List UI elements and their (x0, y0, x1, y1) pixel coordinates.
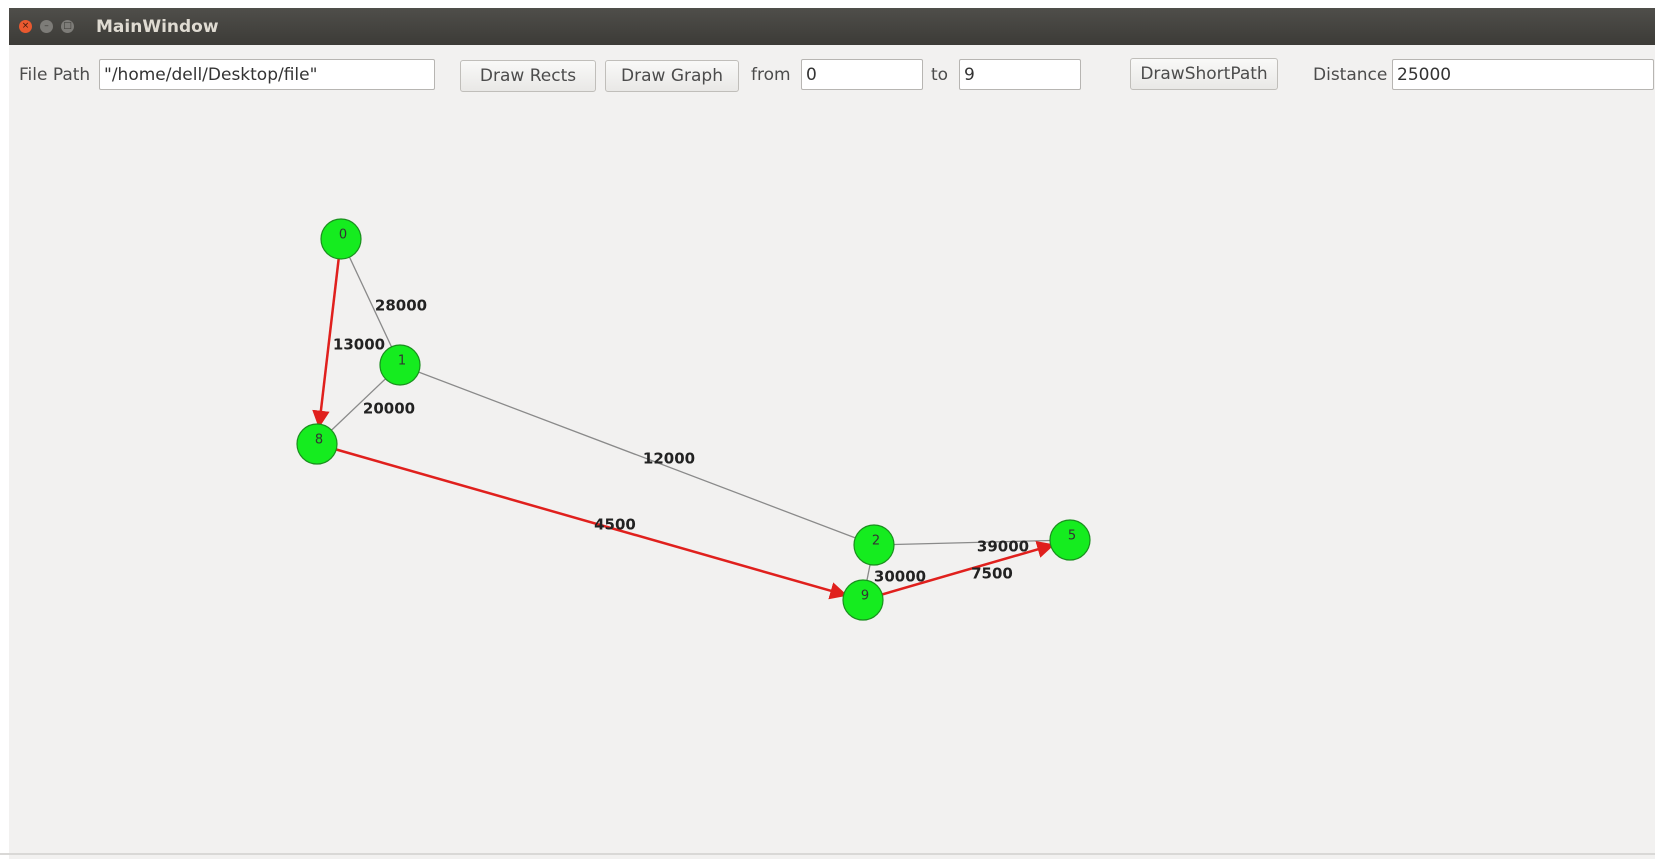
window-title: MainWindow (96, 17, 219, 37)
from-input[interactable] (801, 59, 923, 90)
window-bottom-border (0, 853, 1655, 855)
shortest-path-edge-0-8 (312, 238, 343, 429)
file-path-input[interactable] (99, 59, 435, 90)
edge-weight-label: 28000 (375, 297, 427, 315)
graph-node-label: 2 (872, 534, 880, 549)
edge-weight-label: 12000 (643, 450, 695, 468)
graph-node-label: 1 (398, 354, 406, 369)
draw-short-path-button[interactable]: DrawShortPath (1130, 58, 1278, 90)
minimize-window-icon[interactable]: – (40, 20, 53, 33)
shortest-path-edge-8-9 (316, 442, 848, 600)
edge-weight-label: 7500 (971, 565, 1013, 583)
title-bar: × – □ MainWindow (9, 8, 1655, 45)
edge-weight-label: 4500 (594, 516, 636, 534)
toolbar: File Path Draw Rects Draw Graph from to … (9, 45, 1655, 105)
graph-edge-2-5 (873, 539, 1071, 546)
edge-weight-label: 30000 (874, 568, 926, 586)
edge-weight-label: 13000 (333, 336, 385, 354)
graph-node-label: 0 (339, 228, 347, 243)
file-path-label: File Path (19, 65, 91, 85)
graph-node-label: 9 (861, 589, 869, 604)
close-window-icon[interactable]: × (19, 20, 32, 33)
graph-node-label: 5 (1068, 529, 1076, 544)
graph-canvas[interactable]: 0 1 8 2 9 5 28000 13000 20000 12000 4500 39000 3000… (9, 105, 1655, 861)
draw-graph-button[interactable]: Draw Graph (605, 60, 739, 92)
maximize-window-icon[interactable]: □ (61, 20, 74, 33)
graph-edge-1-2 (399, 364, 875, 546)
edge-weight-label: 39000 (977, 538, 1029, 556)
to-label: to (931, 65, 949, 85)
draw-rects-button[interactable]: Draw Rects (460, 60, 596, 92)
distance-label: Distance (1313, 65, 1388, 85)
from-label: from (751, 65, 791, 85)
edge-weight-label: 20000 (363, 400, 415, 418)
to-input[interactable] (959, 59, 1081, 90)
main-window: × – □ MainWindow File Path Draw Rects Dr… (9, 8, 1655, 859)
distance-output[interactable] (1392, 59, 1654, 90)
graph-node-label: 8 (315, 433, 323, 448)
